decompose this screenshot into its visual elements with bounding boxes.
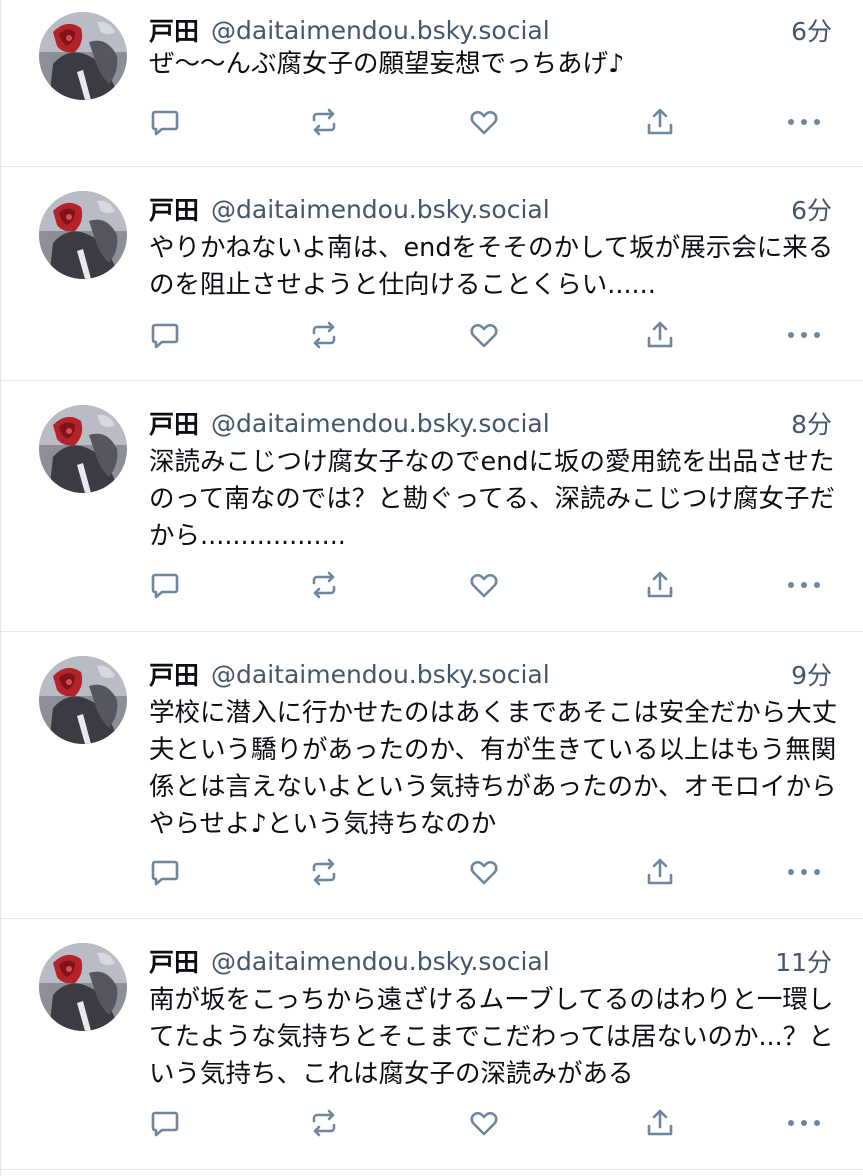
- post[interactable]: 戸田 @daitaimendou.bsky.social 8分 深読みこじつけ腐…: [1, 381, 863, 632]
- repost-button[interactable]: [302, 100, 346, 144]
- post-feed: 戸田 @daitaimendou.bsky.social 6分 ぜ〜〜んぶ腐女子…: [0, 0, 863, 1176]
- post-actions: [141, 1101, 841, 1145]
- reply-button[interactable]: [143, 100, 187, 144]
- share-icon: [644, 569, 676, 601]
- more-options-button[interactable]: [782, 100, 826, 144]
- reply-icon: [149, 856, 181, 888]
- post-text: 深読みこじつけ腐女子なのでendに坂の愛用銃を出品させたのって南なのでは？と勘ぐ…: [149, 447, 835, 551]
- post-actions: [141, 850, 841, 894]
- share-icon: [644, 1107, 676, 1139]
- reply-button[interactable]: [143, 313, 187, 357]
- more-options-button[interactable]: [782, 850, 826, 894]
- share-icon: [644, 856, 676, 888]
- handle[interactable]: @daitaimendou.bsky.social: [211, 195, 791, 224]
- more-icon: [786, 579, 822, 591]
- timestamp[interactable]: 8分: [791, 405, 832, 441]
- post-header: 戸田 @daitaimendou.bsky.social 11分: [149, 943, 832, 979]
- post-header: 戸田 @daitaimendou.bsky.social 6分: [149, 191, 832, 227]
- avatar[interactable]: [39, 943, 127, 1031]
- share-button[interactable]: [638, 563, 682, 607]
- like-button[interactable]: [462, 1101, 506, 1145]
- post[interactable]: 戸田 @daitaimendou.bsky.social 9分 学校に潜入に行か…: [1, 632, 863, 919]
- like-button[interactable]: [462, 100, 506, 144]
- repost-icon: [307, 1106, 341, 1140]
- reply-button[interactable]: [143, 563, 187, 607]
- more-icon: [786, 1117, 822, 1129]
- repost-button[interactable]: [302, 1101, 346, 1145]
- timestamp[interactable]: 11分: [775, 943, 832, 979]
- display-name[interactable]: 戸田: [149, 656, 199, 692]
- post-text: やりかねないよ南は、endをそそのかして坂が展示会に来るのを阻止させようと仕向け…: [149, 233, 834, 300]
- display-name[interactable]: 戸田: [149, 12, 199, 48]
- share-button[interactable]: [638, 313, 682, 357]
- reply-icon: [149, 106, 181, 138]
- more-options-button[interactable]: [782, 313, 826, 357]
- handle[interactable]: @daitaimendou.bsky.social: [211, 660, 791, 689]
- post-text: 学校に潜入に行かせたのはあくまであそこは安全だから大丈夫という驕りがあったのか、…: [149, 698, 838, 839]
- like-icon: [467, 318, 501, 352]
- like-icon: [467, 1106, 501, 1140]
- like-button[interactable]: [462, 313, 506, 357]
- display-name[interactable]: 戸田: [149, 943, 199, 979]
- avatar[interactable]: [39, 191, 127, 279]
- reply-icon: [149, 319, 181, 351]
- avatar[interactable]: [39, 12, 127, 100]
- like-icon: [467, 855, 501, 889]
- post-actions: [141, 100, 841, 144]
- timestamp[interactable]: 6分: [791, 191, 832, 227]
- share-icon: [644, 106, 676, 138]
- like-button[interactable]: [462, 850, 506, 894]
- repost-icon: [307, 568, 341, 602]
- like-icon: [467, 105, 501, 139]
- handle[interactable]: @daitaimendou.bsky.social: [211, 409, 791, 438]
- repost-icon: [307, 318, 341, 352]
- display-name[interactable]: 戸田: [149, 405, 199, 441]
- handle[interactable]: @daitaimendou.bsky.social: [211, 16, 791, 45]
- post[interactable]: 戸田 @daitaimendou.bsky.social 6分 やりかねないよ南…: [1, 167, 863, 381]
- repost-button[interactable]: [302, 850, 346, 894]
- repost-button[interactable]: [302, 563, 346, 607]
- post-text: 南が坂をこっちから遠ざけるムーブしてるのはわりと一環してたような気持ちとそこまで…: [149, 985, 834, 1089]
- like-icon: [467, 568, 501, 602]
- more-options-button[interactable]: [782, 1101, 826, 1145]
- post[interactable]: 戸田 @daitaimendou.bsky.social 11分 南が坂をこっち…: [1, 919, 863, 1170]
- more-icon: [786, 329, 822, 341]
- avatar[interactable]: [39, 656, 127, 744]
- post-actions: [141, 563, 841, 607]
- reply-icon: [149, 1107, 181, 1139]
- more-icon: [786, 866, 822, 878]
- reply-icon: [149, 569, 181, 601]
- post[interactable]: 戸田 @daitaimendou.bsky.social 6分 ぜ〜〜んぶ腐女子…: [1, 0, 863, 167]
- timestamp[interactable]: 9分: [791, 656, 832, 692]
- more-options-button[interactable]: [782, 563, 826, 607]
- post-actions: [141, 313, 841, 357]
- handle[interactable]: @daitaimendou.bsky.social: [211, 947, 775, 976]
- repost-icon: [307, 105, 341, 139]
- repost-button[interactable]: [302, 313, 346, 357]
- reply-button[interactable]: [143, 850, 187, 894]
- post-header: 戸田 @daitaimendou.bsky.social 9分: [149, 656, 832, 692]
- post-text: ぜ〜〜んぶ腐女子の願望妄想でっちあげ♪: [149, 49, 625, 79]
- share-button[interactable]: [638, 100, 682, 144]
- timestamp[interactable]: 6分: [791, 12, 832, 48]
- avatar[interactable]: [39, 405, 127, 493]
- share-button[interactable]: [638, 850, 682, 894]
- like-button[interactable]: [462, 563, 506, 607]
- post-header: 戸田 @daitaimendou.bsky.social 6分: [149, 12, 832, 48]
- share-icon: [644, 319, 676, 351]
- share-button[interactable]: [638, 1101, 682, 1145]
- repost-icon: [307, 855, 341, 889]
- post-header: 戸田 @daitaimendou.bsky.social 8分: [149, 405, 832, 441]
- more-icon: [786, 116, 822, 128]
- reply-button[interactable]: [143, 1101, 187, 1145]
- display-name[interactable]: 戸田: [149, 191, 199, 227]
